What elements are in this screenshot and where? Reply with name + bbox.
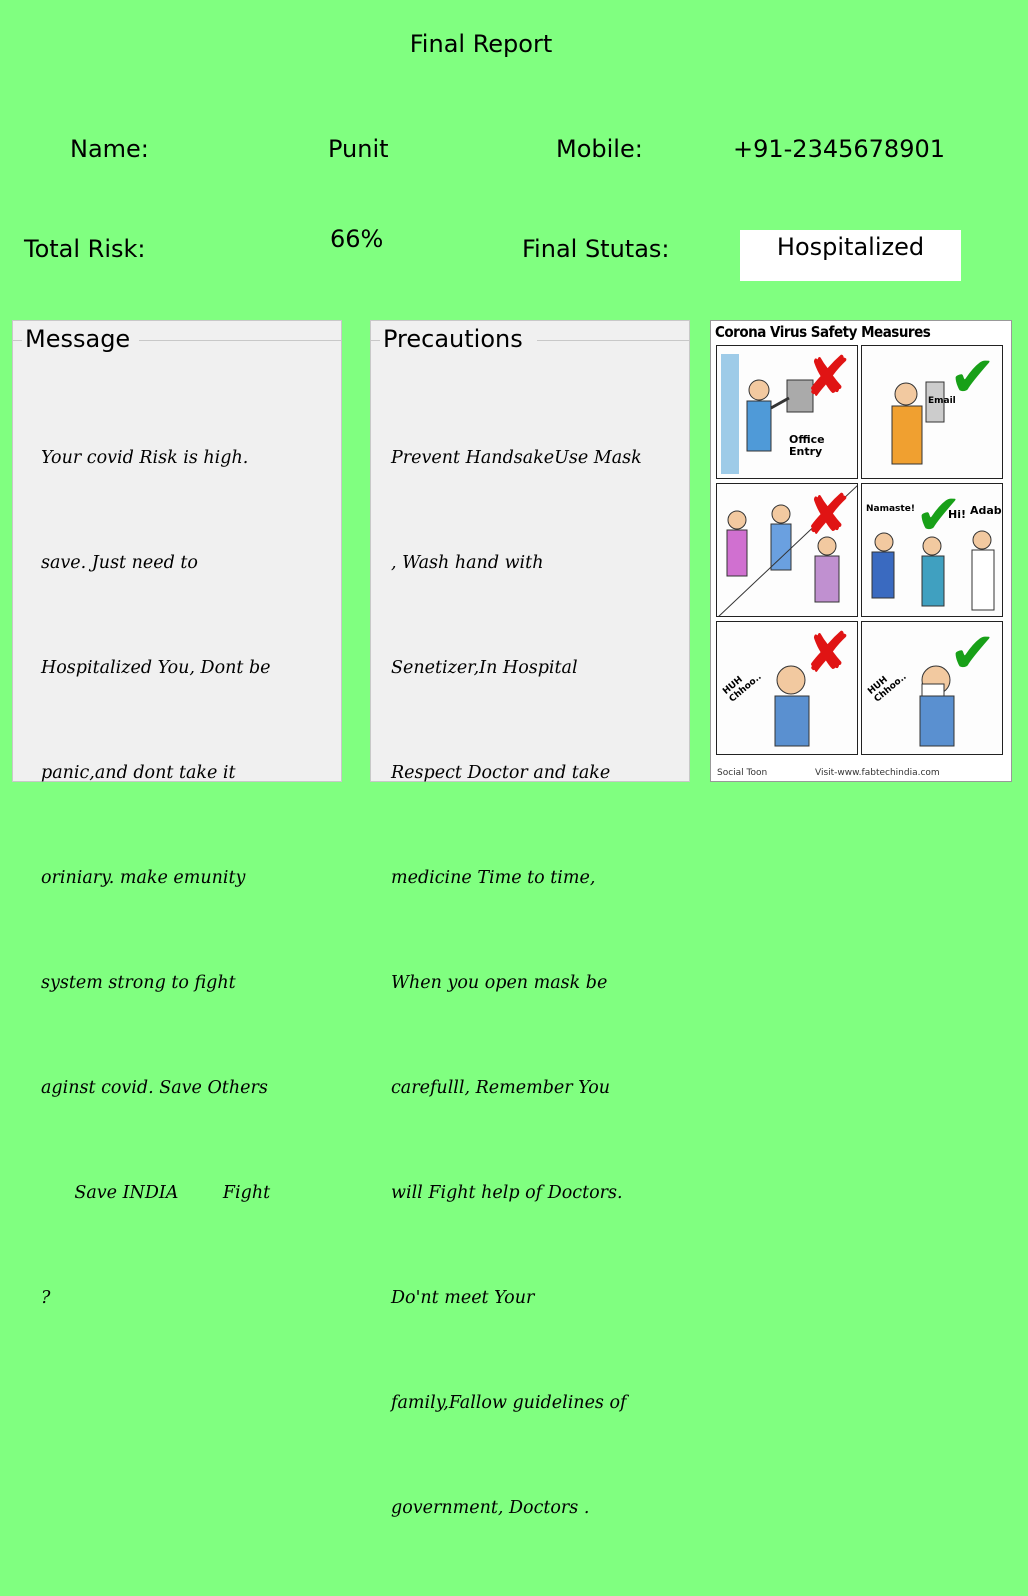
report-title: Final Report bbox=[409, 30, 553, 58]
message-line: Your covid Risk is high. bbox=[41, 448, 249, 468]
precaution-line: family,Fallow guidelines of bbox=[391, 1393, 627, 1413]
name-label: Name: bbox=[70, 135, 149, 163]
hi-label: Hi! bbox=[948, 508, 966, 521]
poster-title: Corona Virus Safety Measures bbox=[715, 323, 931, 341]
precaution-line: , Wash hand with bbox=[391, 553, 544, 573]
precaution-line: Prevent HandsakeUse Mask bbox=[391, 448, 642, 468]
precautions-text: Prevent HandsakeUse Mask , Wash hand wit… bbox=[391, 371, 642, 1596]
message-line: save. Just need to bbox=[41, 553, 198, 573]
mobile-value: +91-2345678901 bbox=[733, 135, 946, 163]
precaution-line: carefulll, Remember You bbox=[391, 1078, 611, 1098]
precaution-line: Respect Doctor and take bbox=[391, 763, 611, 783]
precaution-line: Senetizer,In Hospital bbox=[391, 658, 578, 678]
check-mark-icon: ✔ bbox=[949, 345, 996, 410]
message-line: aginst covid. Save Others bbox=[41, 1078, 268, 1098]
precaution-line: government, Doctors . bbox=[391, 1498, 590, 1518]
precaution-line: medicine Time to time, bbox=[391, 868, 596, 888]
poster-panel-handshake: ✘ bbox=[716, 483, 858, 617]
message-text: Your covid Risk is high. save. Just need… bbox=[41, 371, 271, 1386]
poster-panel-sneeze-covered: ✔ HUH Chhoo.. bbox=[861, 621, 1003, 755]
poster-panel-email: ✔ Email bbox=[861, 345, 1003, 479]
namaste-label: Namaste! bbox=[866, 504, 915, 514]
precautions-title: Precautions bbox=[381, 325, 525, 353]
final-status-label: Final Stutas: bbox=[522, 235, 670, 263]
message-line: ? bbox=[41, 1288, 51, 1308]
office-entry-label: Office Entry bbox=[789, 433, 825, 458]
panel-border bbox=[537, 340, 689, 341]
name-value: Punit bbox=[328, 135, 389, 163]
email-label: Email bbox=[928, 396, 956, 406]
message-line: oriniary. make emunity bbox=[41, 868, 246, 888]
panel-border bbox=[13, 340, 22, 341]
mobile-label: Mobile: bbox=[556, 135, 643, 163]
check-mark-icon: ✔ bbox=[949, 621, 996, 686]
precautions-panel: Precautions Prevent HandsakeUse Mask , W… bbox=[370, 320, 690, 1518]
message-title: Message bbox=[23, 325, 133, 353]
cross-mark-icon: ✘ bbox=[804, 483, 851, 548]
precaution-line: When you open mask be bbox=[391, 973, 608, 993]
final-status-value: Hospitalized bbox=[740, 230, 961, 281]
panel-border bbox=[139, 340, 341, 341]
adab-label: Adab! bbox=[970, 504, 1002, 517]
message-line: Hospitalized You, Dont be bbox=[41, 658, 271, 678]
poster-panel-greetings: ✔ Namaste! Hi! Adab! bbox=[861, 483, 1003, 617]
poster-footer-brand: Social Toon bbox=[717, 768, 768, 778]
precaution-line: will Fight help of Doctors. bbox=[391, 1183, 623, 1203]
precaution-line: Do'nt meet Your bbox=[391, 1288, 535, 1308]
cross-mark-icon: ✘ bbox=[804, 345, 851, 410]
poster-footer-url: Visit-www.fabtechindia.com bbox=[815, 768, 940, 778]
message-line: system strong to fight bbox=[41, 973, 236, 993]
poster-panel-sneeze-open: ✘ HUH Chhoo.. bbox=[716, 621, 858, 755]
panel-border bbox=[371, 340, 380, 341]
poster-panel-office-entry: ✘ Office Entry bbox=[716, 345, 858, 479]
message-line: panic,and dont take it bbox=[41, 763, 236, 783]
total-risk-label: Total Risk: bbox=[24, 235, 146, 263]
message-panel: Message Your covid Risk is high. save. J… bbox=[12, 320, 342, 1308]
message-line: Save INDIA Fight bbox=[41, 1183, 271, 1203]
cross-mark-icon: ✘ bbox=[804, 621, 851, 686]
total-risk-value: 66% bbox=[330, 225, 384, 253]
safety-measures-poster: Corona Virus Safety Measures ✘ Office En… bbox=[710, 320, 1012, 782]
